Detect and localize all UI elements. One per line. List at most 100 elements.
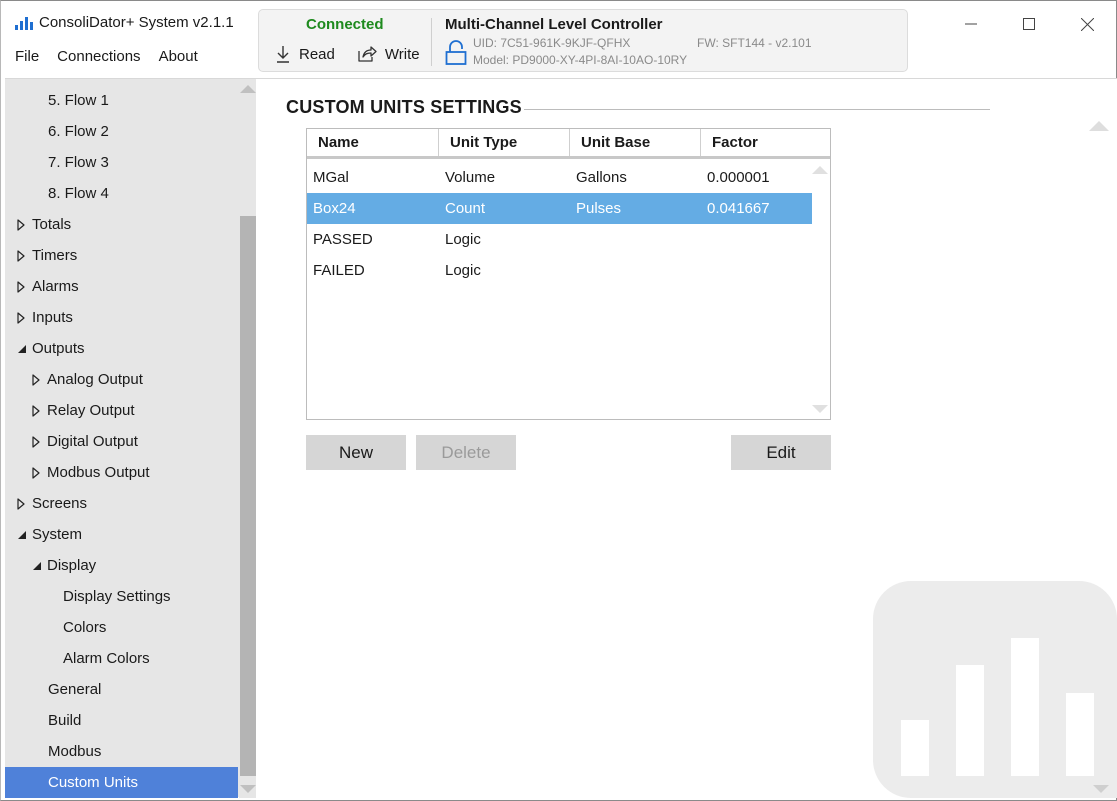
expand-arrow-icon[interactable]: [32, 466, 46, 479]
sidebar-item-display-settings[interactable]: Display Settings: [5, 581, 238, 612]
main-scroll-up-icon[interactable]: [1089, 121, 1109, 131]
sidebar-item-label: Modbus Output: [47, 464, 150, 481]
app-window: ConsoliDator+ System v2.1.1 File Connect…: [0, 0, 1117, 801]
sidebar-item-digital-output[interactable]: Digital Output: [5, 426, 238, 457]
sidebar-item-label: Outputs: [32, 340, 85, 357]
sidebar-item-6-flow-2[interactable]: 6. Flow 2: [5, 116, 238, 147]
sidebar-item-display[interactable]: Display: [5, 550, 238, 581]
scrollbar-thumb[interactable]: [240, 216, 256, 776]
sidebar-item-analog-output[interactable]: Analog Output: [5, 364, 238, 395]
sidebar-item-label: Timers: [32, 247, 78, 264]
title-bar: ConsoliDator+ System v2.1.1 File Connect…: [1, 1, 1116, 77]
sidebar-item-relay-output[interactable]: Relay Output: [5, 395, 238, 426]
sidebar-item-label: Screens: [32, 495, 88, 512]
sidebar-item-label: 5. Flow 1: [48, 92, 109, 109]
sidebar-item-alarms[interactable]: Alarms: [5, 271, 238, 302]
expand-arrow-icon[interactable]: [17, 280, 31, 293]
sidebar-item-general[interactable]: General: [5, 674, 238, 705]
sidebar-item-label: 6. Flow 2: [48, 123, 109, 140]
scroll-down-icon[interactable]: [240, 785, 256, 793]
sidebar-item-label: 8. Flow 4: [48, 185, 109, 202]
device-name: Multi-Channel Level Controller: [445, 16, 663, 33]
new-button[interactable]: New: [306, 435, 406, 470]
table-scroll-down-icon[interactable]: [812, 405, 828, 413]
sidebar-item-alarm-colors[interactable]: Alarm Colors: [5, 643, 238, 674]
expand-arrow-icon[interactable]: [32, 373, 46, 386]
unlocked-icon[interactable]: [445, 40, 467, 66]
sidebar-item-totals[interactable]: Totals: [5, 209, 238, 240]
sidebar-item-label: Inputs: [32, 309, 73, 326]
sidebar-item-colors[interactable]: Colors: [5, 612, 238, 643]
separator: [431, 18, 432, 66]
collapse-arrow-icon[interactable]: [32, 561, 46, 571]
table-body: MGal Volume Gallons 0.000001 Box24 Count Pulse…: [307, 162, 812, 286]
main-scroll-down-icon[interactable]: [1093, 785, 1109, 793]
expand-arrow-icon[interactable]: [32, 435, 46, 448]
sidebar-item-modbus-output[interactable]: Modbus Output: [5, 457, 238, 488]
expand-arrow-icon[interactable]: [17, 249, 31, 262]
table-row[interactable]: FAILED Logic: [307, 255, 812, 286]
table-row[interactable]: MGal Volume Gallons 0.000001: [307, 162, 812, 193]
read-label: Read: [299, 45, 335, 63]
column-header-factor[interactable]: Factor: [701, 129, 830, 156]
column-header-unit-base[interactable]: Unit Base: [570, 129, 701, 156]
expand-arrow-icon[interactable]: [32, 404, 46, 417]
collapse-arrow-icon[interactable]: [17, 344, 31, 354]
menu-about[interactable]: About: [159, 48, 198, 65]
cell-name: PASSED: [313, 231, 373, 248]
menu-bar: File Connections About: [15, 48, 198, 65]
maximize-icon: [1023, 18, 1035, 30]
download-icon: [277, 46, 289, 63]
sidebar-item-outputs[interactable]: Outputs: [5, 333, 238, 364]
cell-factor: 0.000001: [707, 169, 770, 186]
menu-file[interactable]: File: [15, 48, 39, 65]
watermark-bar: [1066, 693, 1094, 776]
main-content: CUSTOM UNITS SETTINGS Name Unit Type Uni…: [256, 78, 1117, 798]
write-button[interactable]: Write: [357, 45, 420, 63]
minimize-button[interactable]: [942, 1, 1000, 47]
table-row[interactable]: PASSED Logic: [307, 224, 812, 255]
sidebar-item-8-flow-4[interactable]: 8. Flow 4: [5, 178, 238, 209]
sidebar-item-label: General: [48, 681, 102, 698]
cell-type: Logic: [445, 262, 481, 279]
minimize-icon: [965, 23, 977, 25]
cell-name: FAILED: [313, 262, 365, 279]
sidebar-scrollbar[interactable]: [239, 79, 256, 798]
close-button[interactable]: [1058, 1, 1116, 47]
maximize-button[interactable]: [1000, 1, 1058, 47]
edit-button[interactable]: Edit: [731, 435, 831, 470]
device-firmware: FW: SFT144 - v2.101: [697, 36, 812, 50]
column-header-unit-type[interactable]: Unit Type: [439, 129, 570, 156]
table-scroll-up-icon[interactable]: [812, 166, 828, 174]
sidebar-item-custom-units[interactable]: Custom Units: [5, 767, 238, 798]
sidebar-item-label: System: [32, 526, 83, 543]
sidebar-item-5-flow-1[interactable]: 5. Flow 1: [5, 85, 238, 116]
expand-arrow-icon[interactable]: [17, 311, 31, 324]
tree-list: 5. Flow 1 6. Flow 2 7. Flow 3 8. Flow 4 Tota…: [5, 85, 238, 798]
sidebar-item-screens[interactable]: Screens: [5, 488, 238, 519]
bar-chart-icon: [15, 16, 33, 30]
sidebar-item-label: Digital Output: [47, 433, 138, 450]
expand-arrow-icon[interactable]: [17, 218, 31, 231]
sidebar-item-build[interactable]: Build: [5, 705, 238, 736]
sidebar-item-timers[interactable]: Timers: [5, 240, 238, 271]
column-header-name[interactable]: Name: [307, 129, 439, 156]
write-label: Write: [384, 45, 420, 63]
sidebar-item-modbus[interactable]: Modbus: [5, 736, 238, 767]
watermark-logo: [873, 581, 1117, 798]
sidebar-item-inputs[interactable]: Inputs: [5, 302, 238, 333]
collapse-arrow-icon[interactable]: [17, 530, 31, 540]
sidebar-item-7-flow-3[interactable]: 7. Flow 3: [5, 147, 238, 178]
navigation-tree: 5. Flow 1 6. Flow 2 7. Flow 3 8. Flow 4 Tota…: [5, 78, 256, 798]
device-panel: Connected Read Write Multi-Channel Level…: [258, 9, 908, 72]
menu-connections[interactable]: Connections: [57, 48, 140, 65]
expand-arrow-icon[interactable]: [17, 497, 31, 510]
watermark-bar: [901, 720, 929, 776]
read-button[interactable]: Read: [275, 45, 335, 63]
table-row[interactable]: Box24 Count Pulses 0.041667: [307, 193, 812, 224]
delete-button[interactable]: Delete: [416, 435, 516, 470]
sidebar-item-system[interactable]: System: [5, 519, 238, 550]
custom-units-table: Name Unit Type Unit Base Factor MGal Volu…: [306, 128, 831, 420]
sidebar-item-label: Alarms: [32, 278, 79, 295]
scroll-up-icon[interactable]: [240, 85, 256, 93]
